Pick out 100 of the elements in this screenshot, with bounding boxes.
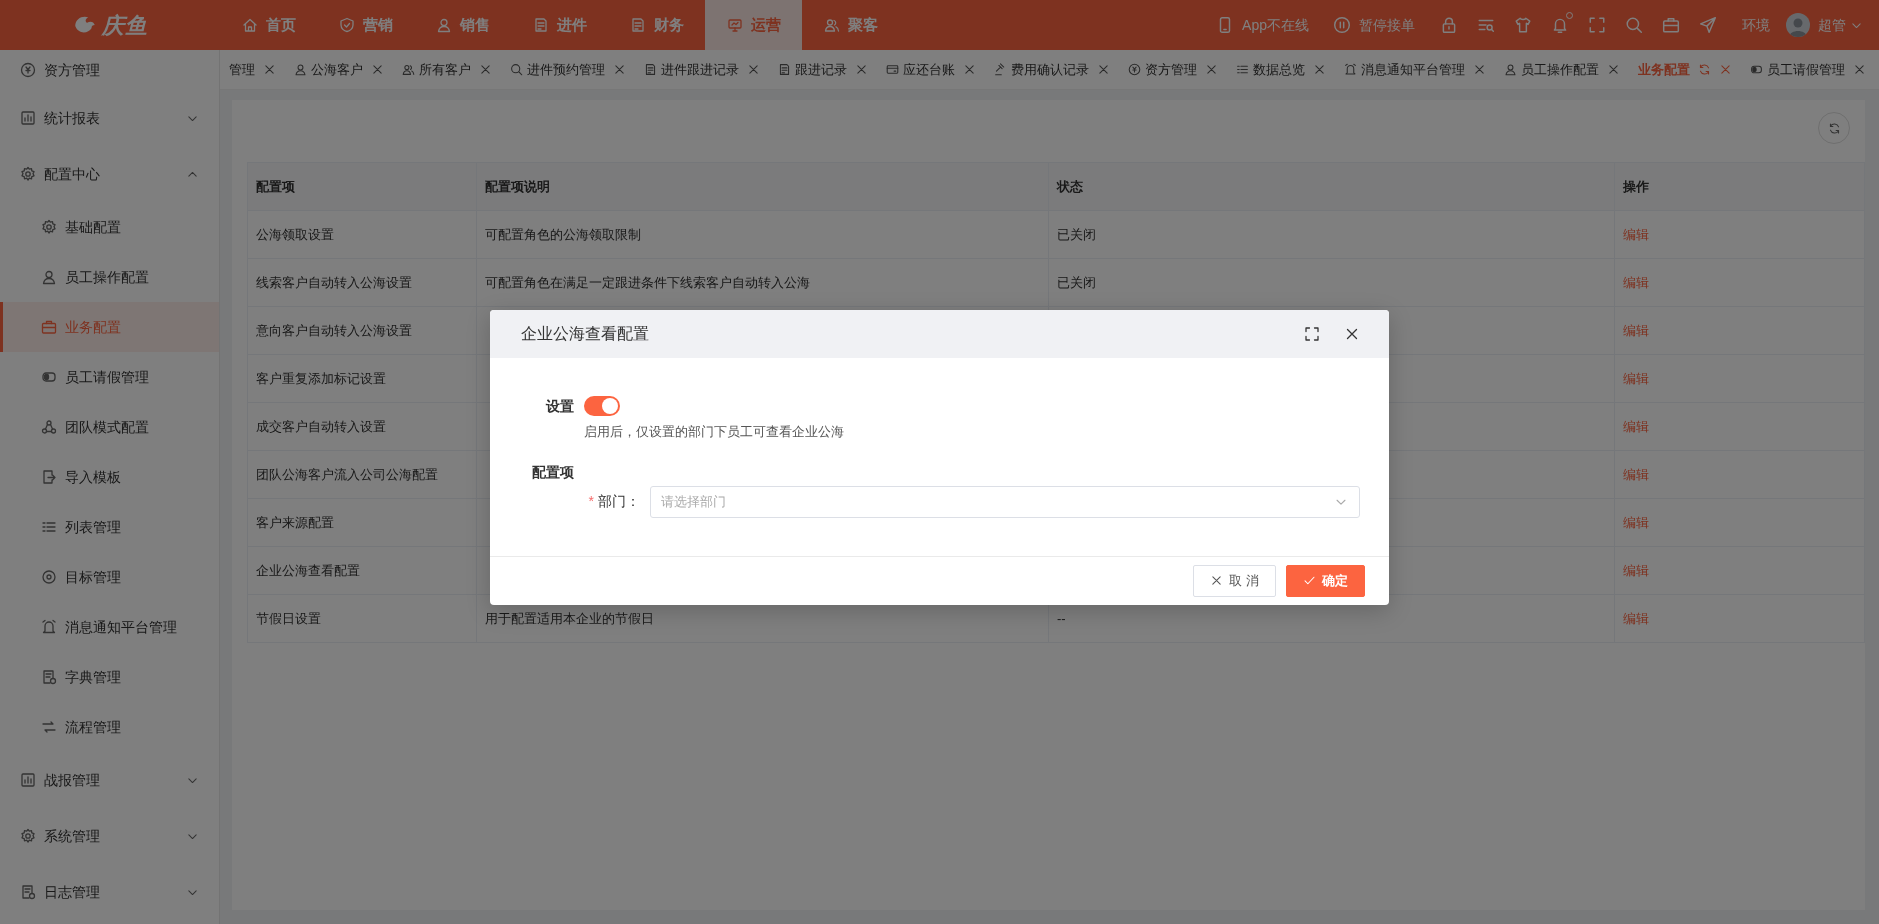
- fullscreen-button[interactable]: [1587, 15, 1607, 35]
- table-cell: 成交客户自动转入设置: [247, 402, 477, 451]
- monitor-icon: [726, 17, 743, 33]
- status-button[interactable]: 暂停接单: [1333, 14, 1415, 36]
- field-label: 部门：: [598, 492, 640, 511]
- gear-icon: [20, 166, 36, 182]
- chart-icon: [20, 772, 36, 788]
- cancel-button[interactable]: 取 消: [1193, 564, 1276, 597]
- home-icon: [241, 17, 258, 33]
- table-cell: 节假日设置: [247, 594, 477, 643]
- dialog-title: 企业公海查看配置: [521, 324, 650, 344]
- table-cell: 客户重复添加标记设置: [247, 354, 477, 403]
- edit-link[interactable]: 编辑: [1623, 610, 1649, 626]
- toggle-icon: [41, 369, 57, 385]
- close-icon[interactable]: [747, 63, 760, 76]
- search-icon: [510, 63, 523, 76]
- fullscreen-button[interactable]: [1304, 326, 1320, 342]
- document-icon: [778, 63, 791, 76]
- column-header: 配置项: [247, 162, 477, 211]
- send-button[interactable]: [1698, 15, 1718, 35]
- page-tab[interactable]: 进件预约管理: [501, 50, 635, 89]
- shield-icon: [338, 17, 355, 33]
- page-tab[interactable]: 资方管理: [1119, 50, 1227, 89]
- confirm-button[interactable]: 确定: [1286, 564, 1365, 597]
- page-tab[interactable]: 公海客户: [285, 50, 393, 89]
- user-icon: [41, 269, 57, 285]
- chart-icon: [20, 110, 36, 126]
- close-icon[interactable]: [479, 63, 492, 76]
- users-icon: [823, 17, 840, 33]
- table-cell: 客户来源配置: [247, 498, 477, 547]
- document-icon: [629, 17, 646, 33]
- toggle-switch[interactable]: [584, 396, 620, 416]
- briefcase-button[interactable]: [1661, 15, 1681, 35]
- switch-label: 设置: [544, 396, 574, 416]
- refresh-icon: [1698, 63, 1711, 76]
- table-cell: 线索客户自动转入公海设置: [247, 258, 477, 307]
- users-icon: [402, 63, 415, 76]
- edit-link[interactable]: 编辑: [1623, 562, 1649, 578]
- close-icon[interactable]: [1097, 63, 1110, 76]
- refresh-button[interactable]: [1818, 112, 1850, 144]
- page-tab[interactable]: 数据总览: [1227, 50, 1335, 89]
- page-tab[interactable]: 应还台账: [877, 50, 985, 89]
- team-icon: [41, 419, 57, 435]
- table-cell: 公海领取设置: [247, 210, 477, 259]
- search-button[interactable]: [1624, 15, 1644, 35]
- import-icon: [41, 469, 57, 485]
- user-icon: [1504, 63, 1517, 76]
- close-icon[interactable]: [963, 63, 976, 76]
- column-header: 配置项说明: [476, 162, 1049, 211]
- close-icon[interactable]: [1607, 63, 1620, 76]
- page-tab[interactable]: 所有客户: [393, 50, 501, 89]
- close-icon[interactable]: [263, 63, 276, 76]
- close-icon[interactable]: [613, 63, 626, 76]
- wallet-icon: [886, 63, 899, 76]
- page-tab[interactable]: 费用确认记录: [985, 50, 1119, 89]
- user-icon: [435, 17, 452, 33]
- gear-icon: [20, 828, 36, 844]
- department-select[interactable]: 请选择部门: [650, 485, 1360, 518]
- edit-link[interactable]: 编辑: [1623, 466, 1649, 482]
- close-icon[interactable]: [1853, 63, 1866, 76]
- edit-link[interactable]: 编辑: [1623, 370, 1649, 386]
- close-button[interactable]: [1344, 326, 1360, 342]
- document-icon: [41, 669, 57, 685]
- page-tab[interactable]: 进件跟进记录: [635, 50, 769, 89]
- close-icon[interactable]: [371, 63, 384, 76]
- close-icon[interactable]: [1205, 63, 1218, 76]
- alarm-icon: [1344, 63, 1357, 76]
- gear-icon: [41, 219, 57, 235]
- pause-icon: [1333, 16, 1351, 34]
- status-button[interactable]: App不在线: [1216, 14, 1309, 36]
- section-label: 配置项: [531, 462, 574, 482]
- flow-icon: [41, 719, 57, 735]
- user-menu[interactable]: 超管: [1818, 14, 1863, 36]
- page-tab[interactable]: 员工操作配置: [1495, 50, 1629, 89]
- toggle-icon: [1750, 63, 1763, 76]
- close-icon[interactable]: [1313, 63, 1326, 76]
- target-icon: [41, 569, 57, 585]
- page-tab[interactable]: 消息通知平台管理: [1335, 50, 1495, 89]
- close-icon[interactable]: [1473, 63, 1486, 76]
- document-icon: [532, 17, 549, 33]
- edit-link[interactable]: 编辑: [1623, 418, 1649, 434]
- user-icon: [294, 63, 307, 76]
- table-cell: 已关闭: [1048, 258, 1615, 307]
- coin-icon: [20, 62, 36, 78]
- page-tab[interactable]: 管理: [220, 50, 285, 89]
- page-tab[interactable]: 跟进记录: [769, 50, 877, 89]
- environment-label: 环境: [1742, 15, 1770, 35]
- edit-link[interactable]: 编辑: [1623, 274, 1649, 290]
- list-icon: [1236, 63, 1249, 76]
- column-header: 状态: [1048, 162, 1615, 211]
- edit-link[interactable]: 编辑: [1623, 322, 1649, 338]
- shirt-button[interactable]: [1513, 15, 1533, 35]
- close-icon[interactable]: [855, 63, 868, 76]
- edit-link[interactable]: 编辑: [1623, 226, 1649, 242]
- table-cell: 意向客户自动转入公海设置: [247, 306, 477, 355]
- page-tab[interactable]: 员工请假管理: [1741, 50, 1875, 89]
- edit-link[interactable]: 编辑: [1623, 514, 1649, 530]
- close-icon[interactable]: [1719, 63, 1732, 76]
- table-cell: 已关闭: [1048, 210, 1615, 259]
- document-icon: [20, 884, 36, 900]
